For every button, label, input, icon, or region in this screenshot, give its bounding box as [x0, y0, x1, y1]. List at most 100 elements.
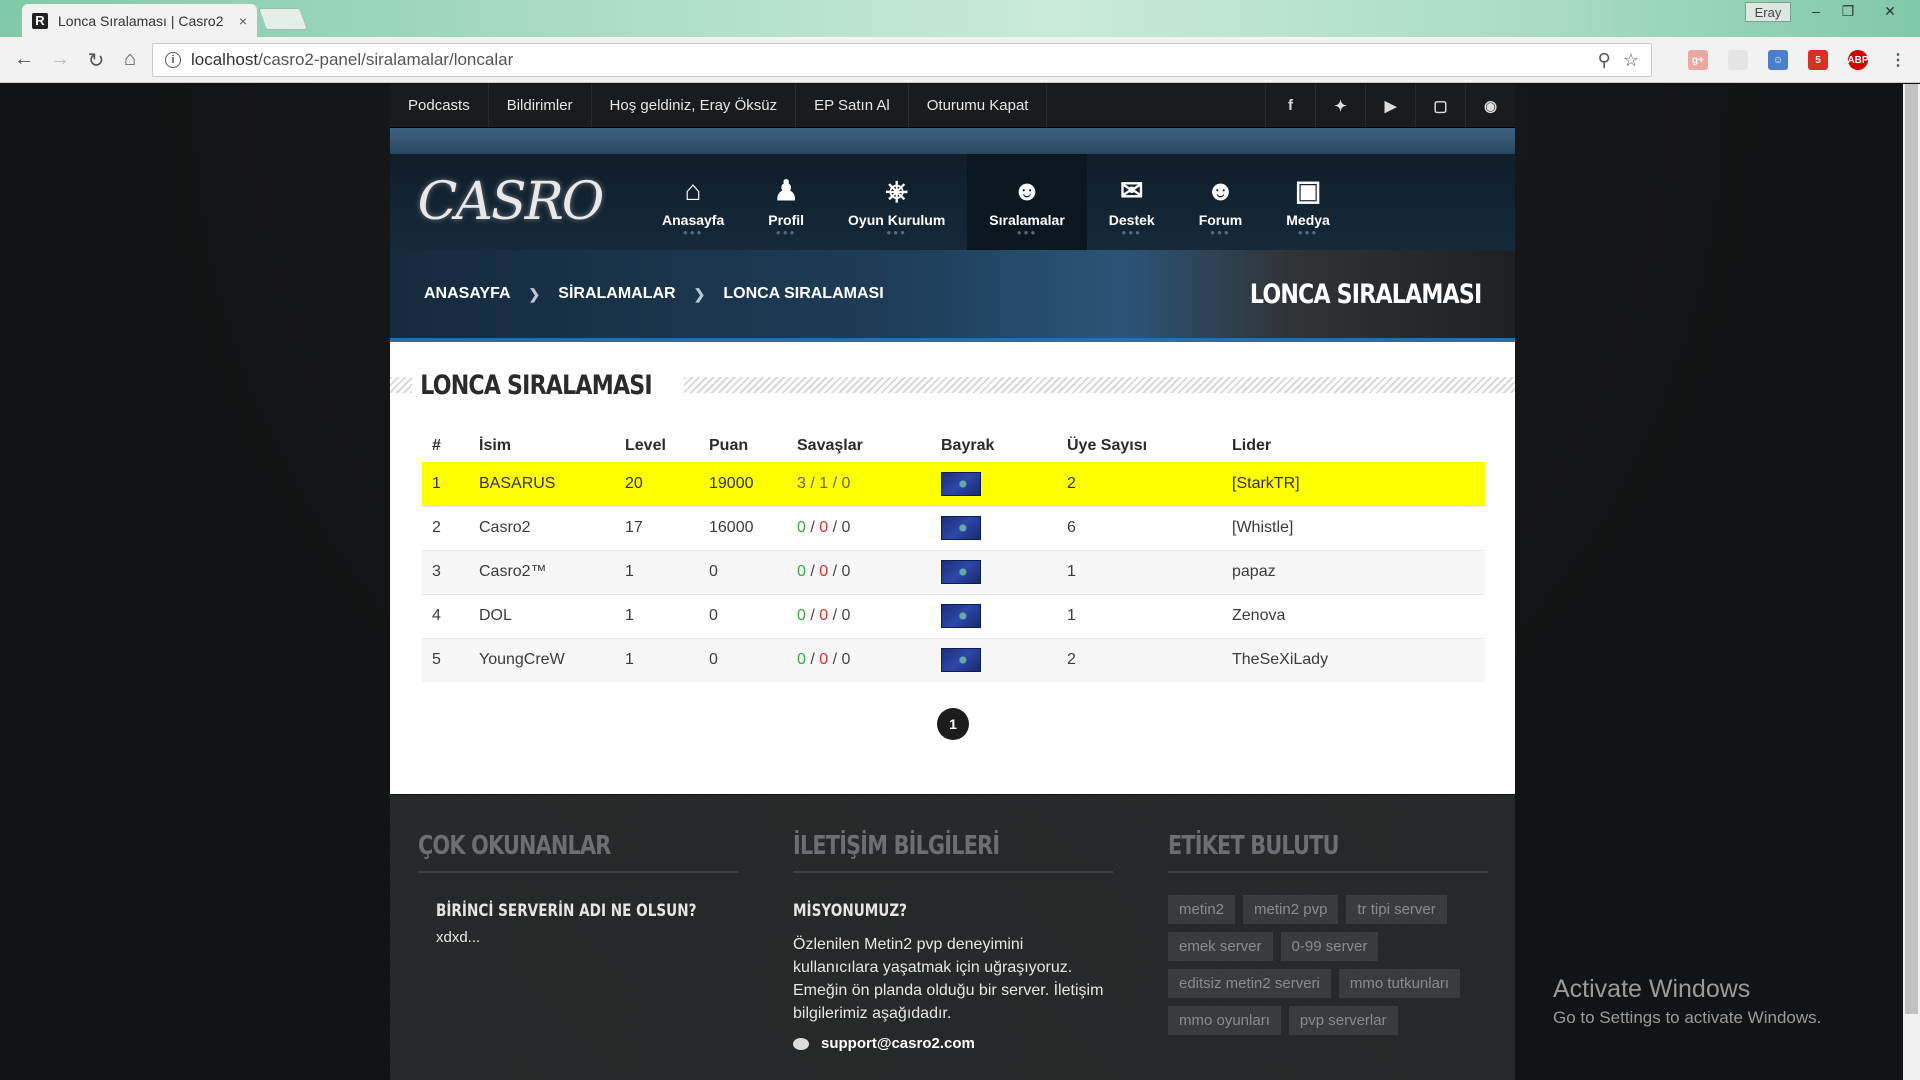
guild-leader[interactable]: Zenova	[1232, 593, 1485, 638]
footer-contact-title: İLETİŞİM BİLGİLERİ	[793, 831, 1000, 861]
users-icon: ☻	[1205, 175, 1236, 206]
col-name: İsim	[479, 437, 512, 454]
topnav-podcasts[interactable]: Podcasts	[390, 84, 489, 127]
topnav-notifications[interactable]: Bildirimler	[489, 84, 592, 127]
table-row[interactable]: 2 Casro2 17 16000 0 / 0 / 0 6 [Whistle]	[422, 505, 1485, 550]
topnav-logout[interactable]: Oturumu Kapat	[909, 84, 1048, 127]
guild-name[interactable]: Casro2	[479, 505, 625, 550]
site-logo[interactable]: CASRO	[390, 154, 630, 250]
topnav-welcome[interactable]: Hoş geldiniz, Eray Öksüz	[592, 84, 797, 127]
support-email[interactable]: support@casro2.com	[793, 1035, 1113, 1052]
facebook-icon[interactable]: f	[1265, 84, 1315, 127]
scrollbar-thumb[interactable]	[1905, 84, 1918, 1014]
menu-item-forum[interactable]: ☻ Forum ●●●	[1177, 154, 1265, 250]
post-title[interactable]: BİRİNCİ SERVERİN ADI NE OLSUN?	[436, 901, 697, 921]
youtube-icon[interactable]: ▶	[1365, 84, 1415, 127]
tag-item[interactable]: 0-99 server	[1280, 932, 1379, 961]
menu-item-destek[interactable]: ✉ Destek ●●●	[1087, 154, 1177, 250]
profile-button[interactable]: Eray	[1745, 2, 1791, 22]
popular-post[interactable]: BİRİNCİ SERVERİN ADI NE OLSUN? xdxd...	[418, 901, 738, 951]
menu-item-medya[interactable]: ▣ Medya ●●●	[1264, 154, 1352, 250]
extension-icon[interactable]	[1728, 50, 1748, 70]
breadcrumb-home[interactable]: ANASAYFA	[424, 285, 511, 303]
reload-icon[interactable]: ↻	[84, 48, 108, 73]
tag-item[interactable]: editsiz metin2 serveri	[1168, 969, 1331, 998]
twitch-icon[interactable]: ▢	[1415, 84, 1465, 127]
mission-text: Özlenilen Metin2 pvp deneyimini kullanıc…	[793, 936, 1104, 1022]
menu-item-oyun-kurulum[interactable]: ⎈ Oyun Kurulum ●●●	[826, 154, 967, 250]
footer-tags: ETİKET BULUTU metin2 metin2 pvp tr tipi …	[1168, 831, 1488, 1035]
war-record: 0 / 0 / 0	[797, 593, 941, 638]
tag-item[interactable]: metin2 pvp	[1243, 895, 1339, 924]
home-icon: ⌂	[684, 175, 702, 206]
new-tab-button[interactable]	[257, 8, 309, 30]
guild-name[interactable]: DOL	[479, 593, 625, 638]
tag-item[interactable]: emek server	[1168, 932, 1273, 961]
guild-flag-icon	[941, 471, 981, 496]
guild-flag-icon	[941, 648, 981, 673]
adblock-extension-icon[interactable]: ABP	[1847, 50, 1869, 70]
url-text[interactable]: localhost/casro2-panel/siralamalar/lonca…	[191, 50, 1598, 70]
chevron-right-icon: ❯	[693, 285, 706, 302]
steam-icon[interactable]: ◉	[1465, 84, 1515, 127]
table-row[interactable]: 5 YoungCreW 1 0 0 / 0 / 0 2 TheSeXiLady	[422, 637, 1485, 682]
restore-icon[interactable]: ❐	[1832, 0, 1864, 22]
close-window-icon[interactable]: ✕	[1874, 0, 1906, 22]
address-bar[interactable]: i localhost/casro2-panel/siralamalar/lon…	[152, 43, 1652, 77]
guild-name[interactable]: Casro2™	[479, 549, 625, 594]
chrome-menu-icon[interactable]: ⋮	[1888, 50, 1908, 70]
guild-name[interactable]: BASARUS	[479, 462, 625, 506]
topnav-buy-ep[interactable]: EP Satın Al	[796, 84, 909, 127]
favicon-icon: R	[32, 12, 48, 29]
guild-leader[interactable]: [StarkTR]	[1232, 462, 1485, 506]
footer-popular: ÇOK OKUNANLAR BİRİNCİ SERVERİN ADI NE OL…	[418, 831, 738, 951]
footer-tags-title: ETİKET BULUTU	[1168, 831, 1340, 861]
user-extension-icon[interactable]: ☺	[1768, 50, 1788, 70]
tag-item[interactable]: pvp serverlar	[1288, 1006, 1398, 1035]
site-info-icon[interactable]: i	[165, 52, 181, 68]
tag-item[interactable]: metin2	[1168, 895, 1236, 924]
tag-item[interactable]: mmo tutkunları	[1338, 969, 1461, 998]
twitter-icon[interactable]: ✦	[1315, 84, 1365, 127]
camera-icon: ▣	[1294, 175, 1322, 206]
gmail-extension-icon[interactable]: 5	[1808, 50, 1828, 70]
col-points: Puan	[709, 437, 749, 454]
guild-ranking-table: # İsim Level Puan Savaşlar Bayrak Üye Sa…	[422, 424, 1485, 682]
back-icon[interactable]: ←	[12, 48, 36, 71]
bookmark-star-icon[interactable]: ☆	[1623, 50, 1639, 71]
table-row[interactable]: 3 Casro2™ 1 0 0 / 0 / 0 1 papaz	[422, 549, 1485, 594]
chevron-right-icon: ❯	[528, 285, 541, 302]
guild-name[interactable]: YoungCreW	[479, 637, 625, 682]
minimize-icon[interactable]: –	[1800, 0, 1832, 22]
chat-icon: ✉	[1120, 175, 1144, 206]
guild-leader[interactable]: papaz	[1232, 549, 1485, 594]
page-scrollbar[interactable]	[1903, 84, 1920, 1080]
chat-bubble-icon	[793, 1037, 809, 1050]
page-viewport: Podcasts Bildirimler Hoş geldiniz, Eray …	[0, 84, 1920, 1080]
war-record: 0 / 0 / 0	[797, 637, 941, 682]
tab-close-icon[interactable]: ×	[239, 13, 247, 29]
table-row[interactable]: 4 DOL 1 0 0 / 0 / 0 1 Zenova	[422, 593, 1485, 638]
google-plus-extension-icon[interactable]: g+	[1688, 50, 1708, 70]
site-footer: ÇOK OKUNANLAR BİRİNCİ SERVERİN ADI NE OL…	[390, 794, 1515, 1080]
zoom-icon[interactable]: ⚲	[1598, 50, 1611, 71]
header-stripe	[390, 128, 1515, 154]
menu-item-siralamalar[interactable]: ☻ Sıralamalar ●●●	[967, 154, 1087, 250]
browser-tab-strip: R Lonca Sıralaması | Casro2 × Eray – ❐ ✕	[0, 0, 1920, 37]
guild-leader[interactable]: TheSeXiLady	[1232, 637, 1485, 682]
menu-item-profil[interactable]: ♟ Profil ●●●	[746, 154, 826, 250]
forward-icon[interactable]: →	[48, 48, 72, 71]
tag-item[interactable]: tr tipi server	[1346, 895, 1447, 924]
guild-leader[interactable]: [Whistle]	[1232, 505, 1485, 550]
tag-item[interactable]: mmo oyunları	[1168, 1006, 1281, 1035]
top-navigation: Podcasts Bildirimler Hoş geldiniz, Eray …	[390, 84, 1515, 128]
col-rank: #	[432, 437, 441, 454]
menu-item-anasayfa[interactable]: ⌂ Anasayfa ●●●	[640, 154, 746, 250]
tag-cloud: metin2 metin2 pvp tr tipi server emek se…	[1168, 895, 1498, 1035]
pagination-page-1[interactable]: 1	[937, 708, 969, 740]
table-row[interactable]: 1 BASARUS 20 19000 3 / 1 / 0 2 [StarkTR]	[422, 462, 1485, 506]
breadcrumb-rankings[interactable]: SİRALAMALAR	[558, 285, 675, 303]
footer-popular-title: ÇOK OKUNANLAR	[418, 831, 611, 861]
browser-tab-active[interactable]: R Lonca Sıralaması | Casro2 ×	[22, 4, 257, 37]
home-icon[interactable]: ⌂	[118, 48, 142, 71]
